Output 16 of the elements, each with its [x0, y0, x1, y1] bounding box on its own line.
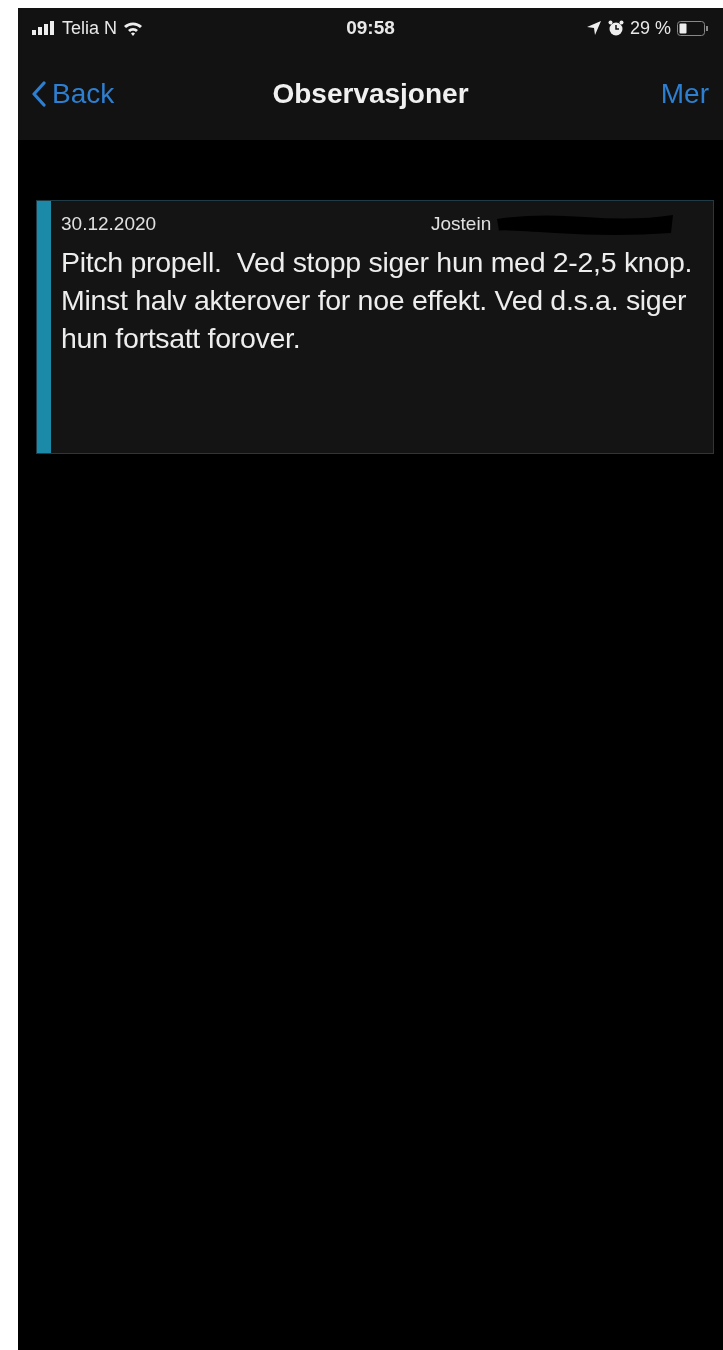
back-button[interactable]: Back [32, 78, 115, 110]
clock-time: 09:58 [346, 17, 395, 39]
chevron-left-icon [32, 81, 46, 107]
observation-author: Jostein [431, 213, 492, 235]
screen-title: Observasjoner [272, 78, 469, 110]
alarm-clock-icon [608, 19, 624, 37]
battery-icon [677, 20, 709, 36]
signal-icon [32, 21, 56, 35]
observation-date: 30.12.2020 [61, 213, 158, 235]
battery-percentage: 29 % [630, 17, 671, 39]
more-button[interactable]: Mer [660, 78, 709, 110]
carrier-name: Telia N [62, 17, 118, 39]
observation-text: Pitch propell. Ved stopp siger hun med 2-2,5 knop. Minst halv akterover for noe effekt. Ved d.s.a. siger hun fortsatt forover. [61, 245, 694, 356]
wifi-icon [123, 20, 144, 36]
observation-card[interactable]: 30.12.2020 Jostein Pitch propell. Ved stopp siger hun med 2-2,5 knop. Minst halv akterover for noe effekt. Ved d.s.a. siger hun fortsatt forover. [36, 200, 714, 454]
location-arrow-icon [586, 20, 602, 36]
